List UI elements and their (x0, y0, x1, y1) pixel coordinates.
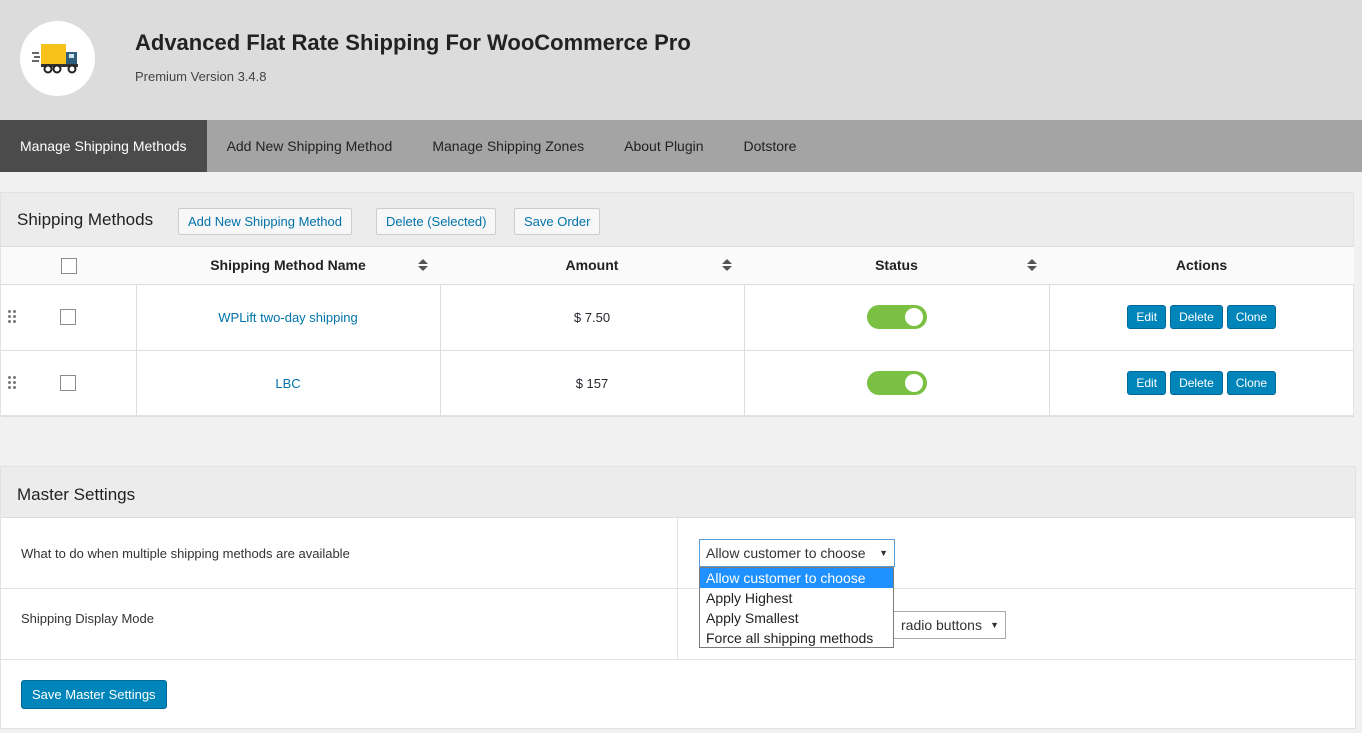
dropdown-arrow-icon: ▼ (879, 548, 888, 558)
clone-button[interactable]: Clone (1226, 305, 1277, 329)
status-cell (744, 284, 1050, 351)
table-header-row: Shipping Method Name Amount Status Actio… (1, 247, 1354, 285)
option-allow-customer-to-choose[interactable]: Allow customer to choose (700, 568, 893, 588)
delete-button[interactable]: Delete (1170, 305, 1223, 329)
shipping-methods-toolbar: Shipping Methods Add New Shipping Method… (1, 193, 1353, 247)
multiple-methods-select[interactable]: Allow customer to choose ▼ (699, 539, 895, 567)
shipping-methods-panel: Shipping Methods Add New Shipping Method… (0, 192, 1354, 417)
select-all-cell (1, 247, 136, 285)
row-checkbox[interactable] (60, 375, 77, 392)
nav-dotstore[interactable]: Dotstore (724, 120, 817, 172)
multiple-methods-value: Allow customer to choose (706, 545, 866, 561)
column-header-status[interactable]: Status (744, 247, 1049, 285)
shipping-methods-title: Shipping Methods (17, 210, 154, 229)
master-settings-title: Master Settings (17, 485, 136, 504)
display-mode-label: Shipping Display Mode (21, 611, 154, 626)
nav-manage-shipping-zones[interactable]: Manage Shipping Zones (412, 120, 604, 172)
master-settings-panel: Master Settings What to do when multiple… (0, 466, 1356, 729)
option-apply-highest[interactable]: Apply Highest (700, 588, 893, 608)
display-mode-value: radio buttons (901, 617, 982, 633)
method-amount: $ 157 (440, 350, 745, 417)
method-name-link[interactable]: WPLift two-day shipping (218, 310, 357, 325)
table-row: WPLift two-day shipping $ 7.50 Edit Delet… (1, 284, 1354, 351)
column-amount-label: Amount (565, 257, 619, 274)
row-checkbox[interactable] (60, 309, 77, 326)
add-new-shipping-method-button[interactable]: Add New Shipping Method (178, 208, 352, 235)
sort-icon[interactable] (1027, 259, 1037, 273)
sort-icon[interactable] (418, 259, 428, 273)
actions-cell: Edit Delete Clone (1049, 350, 1354, 417)
select-all-checkbox[interactable] (60, 257, 77, 274)
dropdown-arrow-icon: ▼ (990, 620, 999, 630)
method-name-cell: WPLift two-day shipping (136, 284, 441, 351)
edit-button[interactable]: Edit (1127, 305, 1167, 329)
status-toggle[interactable] (866, 371, 927, 395)
option-force-all-shipping-methods[interactable]: Force all shipping methods (700, 628, 893, 648)
column-actions-label: Actions (1175, 257, 1228, 274)
delete-selected-button[interactable]: Delete (Selected) (376, 208, 497, 235)
multiple-methods-row: What to do when multiple shipping method… (1, 518, 1355, 589)
column-header-amount[interactable]: Amount (440, 247, 744, 285)
plugin-nav: Manage Shipping Methods Add New Shipping… (0, 120, 1362, 172)
edit-button[interactable]: Edit (1127, 371, 1167, 395)
multiple-methods-label: What to do when multiple shipping method… (21, 546, 350, 561)
delete-button[interactable]: Delete (1170, 371, 1223, 395)
plugin-header: Advanced Flat Rate Shipping For WooComme… (0, 0, 1362, 120)
method-name-link[interactable]: LBC (275, 376, 300, 391)
column-header-name[interactable]: Shipping Method Name (136, 247, 440, 285)
option-apply-smallest[interactable]: Apply Smallest (700, 608, 893, 628)
clone-button[interactable]: Clone (1226, 371, 1277, 395)
column-divider (677, 518, 678, 660)
status-cell (744, 350, 1050, 417)
display-mode-row: Shipping Display Mode radio buttons ▼ (1, 589, 1355, 660)
status-toggle[interactable] (866, 305, 927, 329)
save-order-button[interactable]: Save Order (514, 208, 601, 235)
plugin-title: Advanced Flat Rate Shipping For WooComme… (135, 30, 691, 55)
method-name-cell: LBC (136, 350, 441, 417)
sort-icon[interactable] (722, 259, 732, 273)
column-status-label: Status (875, 257, 918, 274)
row-select-cell (1, 350, 137, 417)
multiple-methods-options: Allow customer to choose Apply Highest A… (699, 567, 894, 648)
column-name-label: Shipping Method Name (210, 257, 366, 274)
plugin-logo (20, 21, 95, 96)
nav-add-new-shipping-method[interactable]: Add New Shipping Method (207, 120, 413, 172)
nav-about-plugin[interactable]: About Plugin (604, 120, 723, 172)
plugin-version: Premium Version 3.4.8 (135, 69, 267, 84)
delivery-truck-icon (32, 44, 78, 74)
drag-handle-icon[interactable] (8, 375, 16, 390)
nav-manage-shipping-methods[interactable]: Manage Shipping Methods (0, 120, 207, 172)
method-amount: $ 7.50 (440, 284, 745, 351)
shipping-methods-table: Shipping Method Name Amount Status Actio… (1, 247, 1354, 417)
drag-handle-icon[interactable] (8, 309, 16, 324)
column-header-actions: Actions (1049, 247, 1354, 285)
actions-cell: Edit Delete Clone (1049, 284, 1354, 351)
master-settings-header: Master Settings (1, 467, 1355, 518)
save-master-settings-button[interactable]: Save Master Settings (21, 680, 167, 709)
table-row: LBC $ 157 Edit Delete Clone (1, 350, 1354, 417)
row-select-cell (1, 284, 137, 351)
